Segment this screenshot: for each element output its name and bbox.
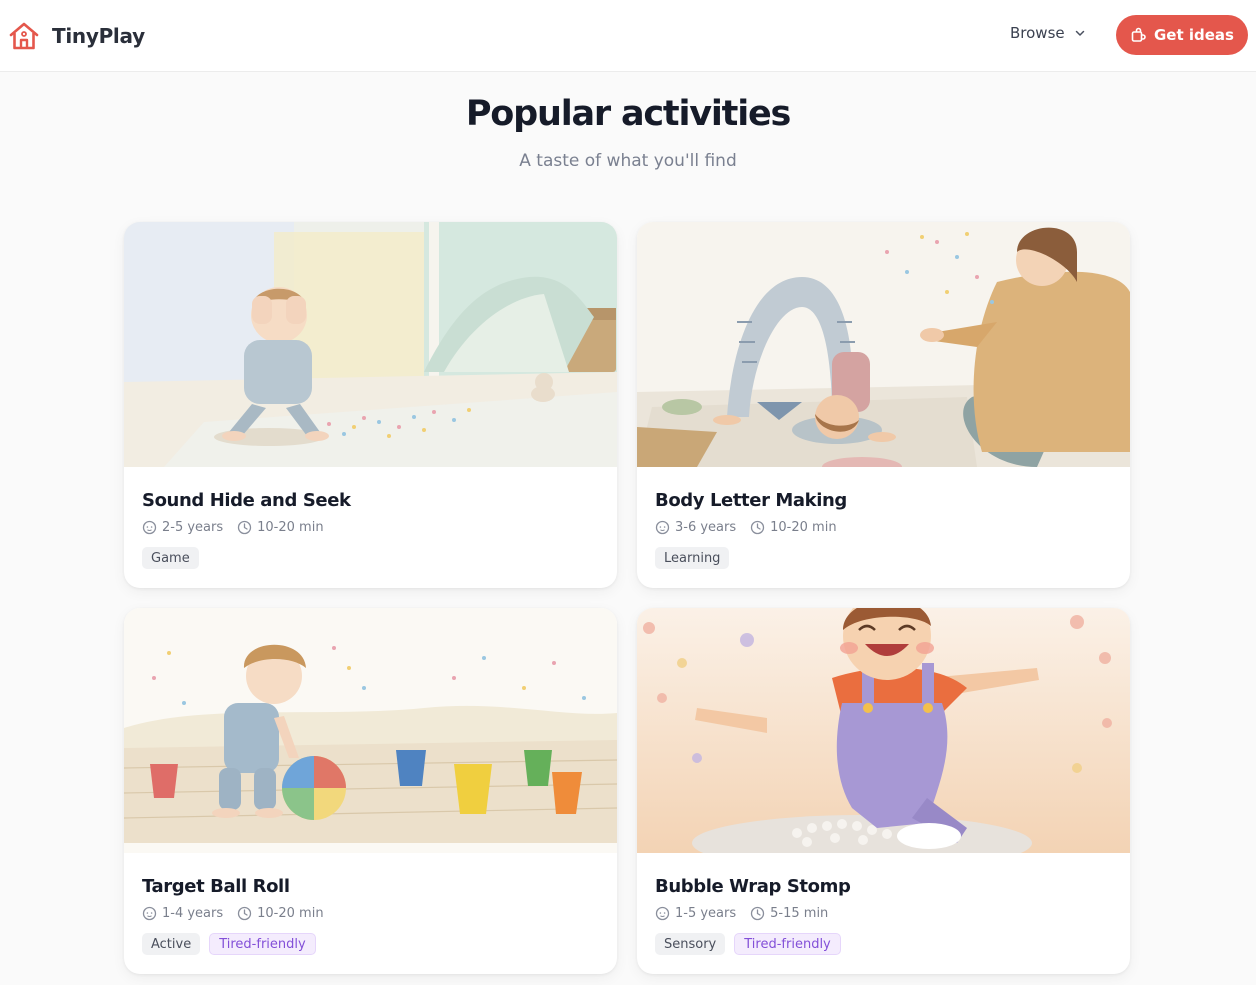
duration: 10-20 min	[237, 906, 324, 921]
age-range-text: 2-5 years	[162, 520, 224, 535]
duration-text: 5-15 min	[770, 906, 829, 921]
age-range: 1-4 years	[142, 906, 223, 921]
activity-card-bubble-wrap-stomp[interactable]: Bubble Wrap Stomp 1-5 years 5-15 min Sen…	[637, 608, 1130, 974]
clock-icon	[237, 906, 252, 921]
duration: 5-15 min	[750, 906, 828, 921]
activity-title: Sound Hide and Seek	[142, 490, 351, 511]
activity-tags: Game	[142, 547, 208, 569]
activity-meta: 3-6 years 10-20 min	[655, 520, 851, 535]
tag-game[interactable]: Game	[142, 547, 199, 569]
duration-text: 10-20 min	[257, 906, 324, 921]
activity-tags: Sensory Tired-friendly	[655, 933, 850, 955]
top-navigation-bar: TinyPlay Browse Get ideas	[0, 0, 1256, 72]
activity-meta: 2-5 years 10-20 min	[142, 520, 338, 535]
tag-sensory[interactable]: Sensory	[655, 933, 726, 955]
duration-text: 10-20 min	[770, 520, 837, 535]
get-ideas-button[interactable]: Get ideas	[1116, 15, 1248, 55]
age-range-text: 3-6 years	[675, 520, 737, 535]
child-face-icon	[142, 906, 157, 921]
age-range-text: 1-4 years	[162, 906, 224, 921]
activity-tags: Active Tired-friendly	[142, 933, 325, 955]
chevron-down-icon	[1075, 30, 1084, 36]
duration-text: 10-20 min	[257, 520, 324, 535]
activity-title: Body Letter Making	[655, 490, 847, 511]
age-range: 2-5 years	[142, 520, 223, 535]
activity-card-body-letter-making[interactable]: Body Letter Making 3-6 years 10-20 min L…	[637, 222, 1130, 588]
child-face-icon	[655, 906, 670, 921]
age-range-text: 1-5 years	[675, 906, 737, 921]
clock-icon	[750, 520, 765, 535]
duration: 10-20 min	[750, 520, 837, 535]
clock-icon	[237, 520, 252, 535]
brand-logo-link[interactable]: TinyPlay	[8, 20, 145, 52]
duration: 10-20 min	[237, 520, 324, 535]
clock-icon	[750, 906, 765, 921]
activity-tags: Learning	[655, 547, 738, 569]
brand-name: TinyPlay	[52, 24, 145, 48]
tag-tired-friendly[interactable]: Tired-friendly	[734, 933, 841, 955]
tag-active[interactable]: Active	[142, 933, 201, 955]
activity-illustration	[637, 608, 1130, 853]
activity-meta: 1-5 years 5-15 min	[655, 906, 842, 921]
activity-card-sound-hide-and-seek[interactable]: Sound Hide and Seek 2-5 years 10-20 min …	[124, 222, 617, 588]
puzzle-icon	[1131, 27, 1146, 42]
activity-illustration	[124, 608, 617, 853]
activity-title: Target Ball Roll	[142, 876, 290, 897]
page-subtitle: A taste of what you'll find	[519, 151, 737, 171]
age-range: 1-5 years	[655, 906, 736, 921]
browse-menu-button[interactable]: Browse	[1010, 24, 1086, 42]
tag-learning[interactable]: Learning	[655, 547, 730, 569]
child-face-icon	[142, 520, 157, 535]
house-icon	[9, 22, 39, 50]
age-range: 3-6 years	[655, 520, 736, 535]
child-face-icon	[655, 520, 670, 535]
tag-tired-friendly[interactable]: Tired-friendly	[209, 933, 316, 955]
browse-label: Browse	[1010, 24, 1065, 42]
page-title: Popular activities	[465, 94, 792, 134]
activity-title: Bubble Wrap Stomp	[655, 876, 851, 897]
get-ideas-label: Get ideas	[1154, 26, 1234, 44]
activity-meta: 1-4 years 10-20 min	[142, 906, 338, 921]
activity-illustration	[637, 222, 1130, 467]
activity-illustration	[124, 222, 617, 467]
activity-card-target-ball-roll[interactable]: Target Ball Roll 1-4 years 10-20 min Act…	[124, 608, 617, 974]
